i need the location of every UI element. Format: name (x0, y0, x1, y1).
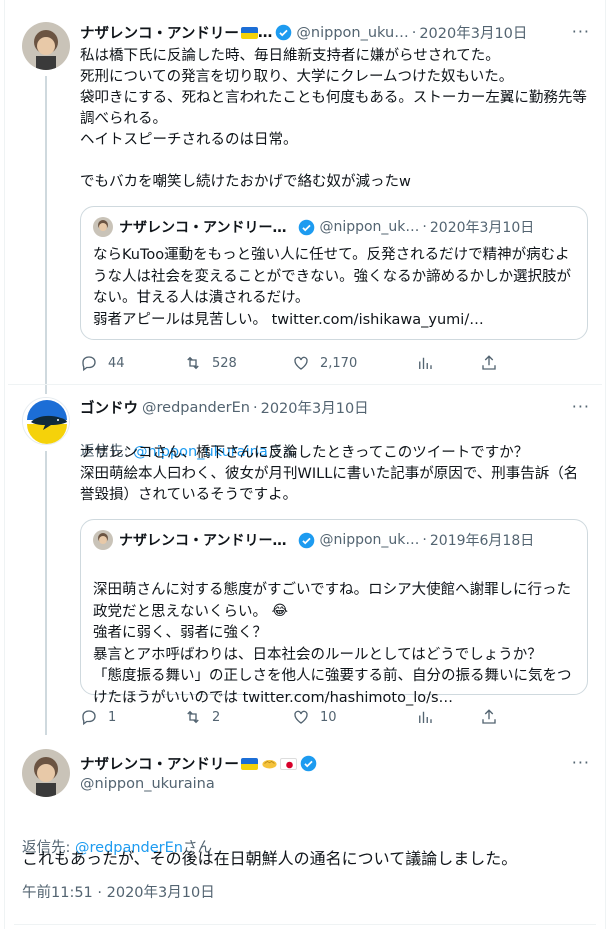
reply-count: 44 (108, 355, 125, 371)
tweet-3-focused[interactable]: ナザレンコ・アンドリー @nippon_ukuraina ··· 返信先: @r… (8, 735, 602, 929)
quoted-tweet[interactable]: ナザレンコ・アンドリー… @nippon_uk… · 2019年6月18日 深田… (80, 519, 588, 706)
quote-text: ならKuToo運動をもっと強い人に任せて。反発されるだけで精神が病むような人は社… (93, 247, 572, 328)
reply-icon (82, 356, 96, 372)
verified-icon (299, 219, 315, 235)
tweet-text: 私は橋下氏に反論した時、毎日維新支持者に嫌がらせされてた。 死刑についての発言を… (80, 48, 587, 190)
share-button[interactable] (480, 708, 498, 726)
tweet-text: これもあったが、その後は在日朝鮮人の通名について議論しました。 (22, 849, 518, 868)
quote-avatar (93, 217, 113, 237)
quote-handle: @nippon_uk… (319, 532, 420, 548)
handle[interactable]: @nippon_ukuraina (80, 776, 215, 792)
verified-icon (300, 755, 317, 772)
like-count: 2,170 (320, 355, 358, 371)
share-button[interactable] (480, 354, 498, 372)
more-icon[interactable]: ··· (572, 22, 590, 41)
avatar[interactable] (22, 22, 70, 70)
ukraine-flag-icon (240, 26, 258, 39)
quoted-tweet[interactable]: ナザレンコ・アンドリー… @nippon_uk… · 2020年3月10日 なら… (80, 206, 588, 340)
tweet-header: ゴンドウ @redpanderEn · 2020年3月10日 (80, 397, 369, 418)
retweet-count: 528 (212, 355, 237, 371)
retweet-icon (187, 356, 199, 370)
reply-icon (82, 710, 96, 726)
tweet-divider (14, 924, 596, 925)
retweet-count: 2 (212, 709, 221, 725)
left-border (4, 0, 5, 929)
thread-line (45, 76, 47, 394)
reply-button[interactable]: 1 (80, 708, 184, 726)
share-icon (482, 709, 496, 724)
like-button[interactable]: 10 (292, 708, 416, 726)
like-button[interactable]: 2,170 (292, 354, 416, 372)
handshake-icon (262, 759, 277, 769)
analytics-button[interactable] (416, 354, 480, 372)
tweet-header: ナザレンコ・アンドリー (80, 753, 317, 774)
tweet-header: ナザレンコ・アンドリー … @nippon_uku… · 2020年3月10日 (80, 22, 527, 43)
handle[interactable]: @nippon_uku… (296, 25, 408, 41)
avatar[interactable] (22, 397, 70, 445)
quote-text-line1: 深田萌さんに対する態度がすごいですね。ロシア大使館へ謝罪しに行った政党だと思えな… (93, 581, 572, 620)
ukraine-flag-icon (240, 757, 258, 770)
more-icon[interactable]: ··· (572, 397, 590, 416)
analytics-icon (419, 711, 432, 723)
retweet-button[interactable]: 2 (184, 708, 292, 726)
tweet-text: ナザレンコさん、橋下さんに反論したときってこのツイートですか？ 深田萌絵本人曰わ… (80, 445, 579, 503)
display-name[interactable]: ゴンドウ (80, 397, 138, 418)
quote-avatar (93, 530, 113, 550)
right-border (605, 0, 606, 929)
quote-text-rest: 強者に弱く、弱者に強く？ 暴言とアホ呼ばわりは、日本社会のルールとしてはどうでし… (93, 625, 572, 706)
retweet-button[interactable]: 528 (184, 354, 292, 372)
share-icon (482, 355, 496, 370)
retweet-icon (187, 710, 199, 724)
display-name[interactable]: ナザレンコ・アンドリー (80, 22, 239, 43)
action-bar: 44 528 2,170 (80, 354, 520, 372)
analytics-icon (419, 357, 432, 369)
timestamp[interactable]: 2020年3月10日 (261, 397, 369, 418)
tweet-1[interactable]: ナザレンコ・アンドリー … @nippon_uku… · 2020年3月10日 … (8, 0, 602, 394)
tweet-2[interactable]: ゴンドウ @redpanderEn · 2020年3月10日 ··· 返信先: … (8, 385, 602, 735)
name-ellipsis: … (257, 24, 273, 41)
quote-display-name: ナザレンコ・アンドリー… (119, 533, 287, 549)
quote-handle: @nippon_uk… (319, 219, 420, 235)
quote-header: ナザレンコ・アンドリー… @nippon_uk… · 2020年3月10日 (93, 217, 534, 237)
timestamp[interactable]: 2020年3月10日 (419, 22, 527, 43)
avatar[interactable] (22, 749, 70, 797)
reply-button[interactable]: 44 (80, 354, 184, 372)
quote-time: 2019年6月18日 (429, 533, 535, 549)
verified-icon (276, 24, 292, 41)
like-icon (294, 710, 308, 724)
display-name[interactable]: ナザレンコ・アンドリー (80, 753, 239, 774)
action-bar: 1 2 10 (80, 708, 520, 726)
quote-header: ナザレンコ・アンドリー… @nippon_uk… · 2019年6月18日 (93, 530, 534, 550)
like-count: 10 (320, 709, 337, 725)
reply-count: 1 (108, 709, 117, 725)
quote-time: 2020年3月10日 (429, 220, 535, 236)
laughing-emoji-icon: 😂 (271, 603, 288, 619)
verified-icon (299, 532, 315, 548)
thread-line (45, 451, 47, 735)
quote-display-name: ナザレンコ・アンドリー… (119, 220, 287, 236)
handle-row: @nippon_ukuraina (80, 776, 215, 792)
analytics-button[interactable] (416, 708, 480, 726)
more-icon[interactable]: ··· (572, 753, 590, 772)
tweet-timestamp[interactable]: 午前11:51 · 2020年3月10日 (22, 883, 422, 904)
quote-text: 深田萌さんに対する態度がすごいですね。ロシア大使館へ謝罪しに行った政党だと思えな… (93, 558, 577, 731)
like-icon (294, 356, 308, 370)
handle[interactable]: @redpanderEn (142, 400, 250, 416)
japan-flag-icon (279, 757, 297, 770)
